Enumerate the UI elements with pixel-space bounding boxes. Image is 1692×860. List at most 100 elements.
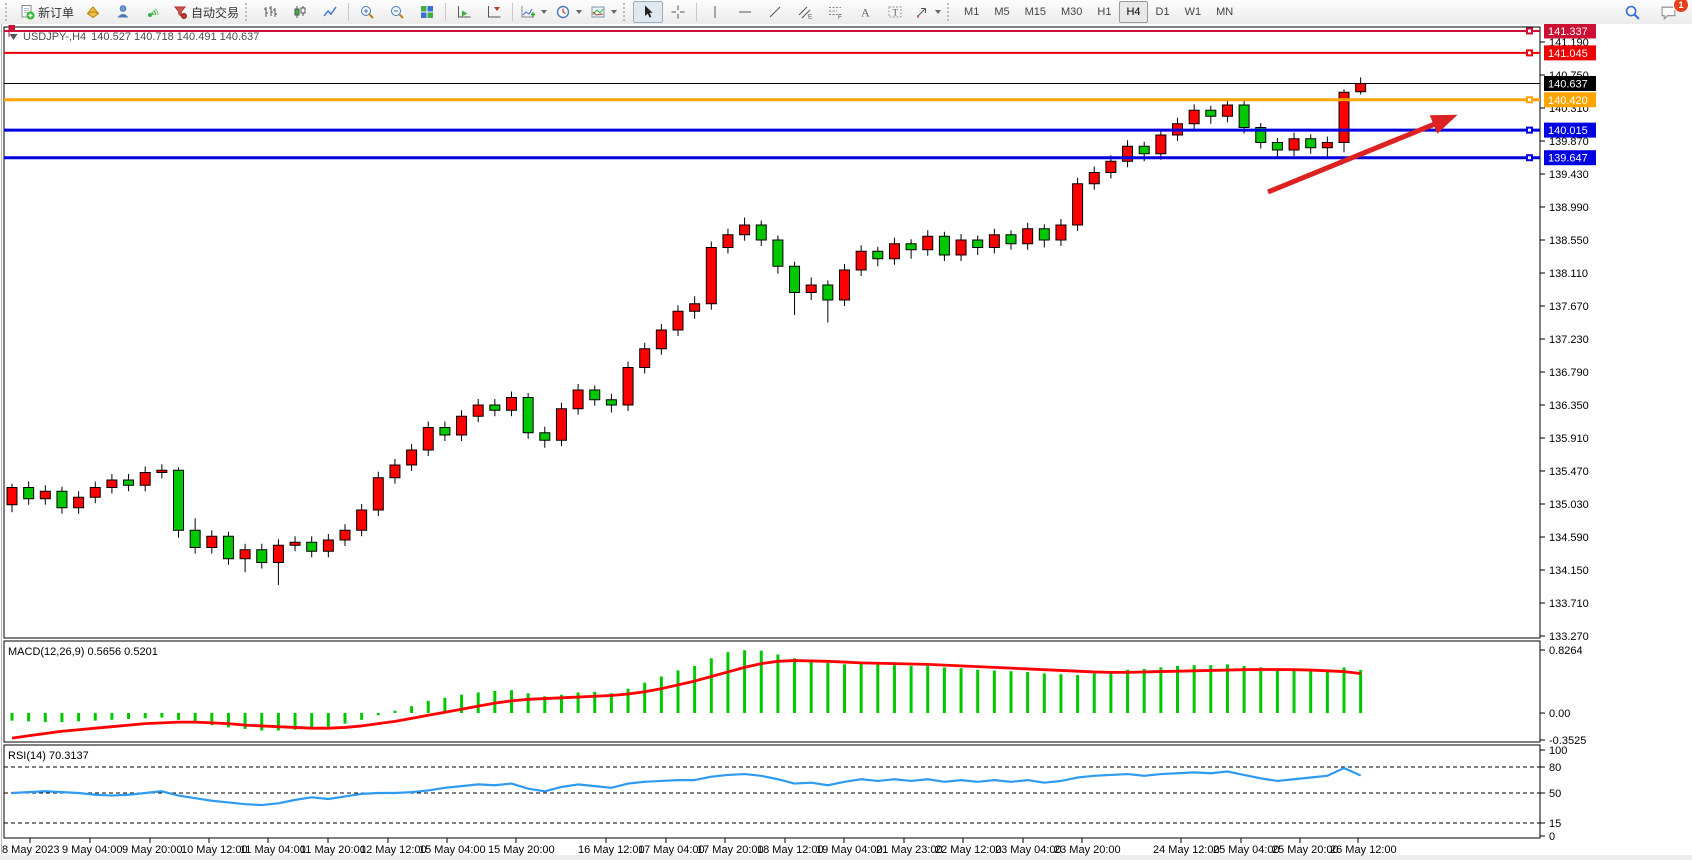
toolbar-grip[interactable] [947, 3, 954, 21]
date-label: 11 May 04:00 [240, 844, 306, 856]
date-label: 18 May 12:00 [757, 844, 824, 856]
dropdown-caret-icon [935, 10, 941, 14]
date-label: 12 May 12:00 [360, 844, 427, 856]
price-tick-label: 137.230 [1549, 334, 1589, 346]
toolbar-grip[interactable] [5, 3, 12, 21]
crosshair-button[interactable] [663, 1, 693, 23]
timeframe-button-M1[interactable]: M1 [957, 1, 986, 23]
price-tick-label: 136.790 [1549, 367, 1589, 379]
text-label-icon: T [887, 4, 903, 20]
timeframe-button-H1[interactable]: H1 [1090, 1, 1118, 23]
shapes-arrows-button[interactable] [910, 1, 945, 23]
chart-shift-button[interactable] [479, 1, 509, 23]
zoom-out-button[interactable] [382, 1, 412, 23]
date-label: 15 May 20:00 [488, 844, 555, 856]
auto-scroll-button[interactable] [449, 1, 479, 23]
templates-icon [590, 4, 606, 20]
date-label: 25 May 20:00 [1272, 844, 1339, 856]
line-chart-mode-button[interactable] [315, 1, 345, 23]
new-order-button[interactable]: 新订单 [15, 1, 78, 23]
zoom-in-button[interactable] [352, 1, 382, 23]
candle-body [1156, 135, 1166, 154]
market-button[interactable] [78, 1, 108, 23]
timeframe-group: M1M5M15M30H1H4D1W1MN [957, 1, 1240, 23]
bar-chart-icon [262, 4, 278, 20]
price-tick-label: 137.670 [1549, 301, 1589, 313]
date-label: 23 May 20:00 [1054, 844, 1121, 856]
candle-body [1306, 139, 1316, 148]
price-tick-label: 139.430 [1549, 169, 1589, 181]
candle-body [856, 251, 866, 270]
dropdown-caret-icon [576, 10, 582, 14]
level-price-label: 141.337 [1548, 26, 1588, 38]
candle-body [1189, 110, 1199, 124]
candle-body [1139, 146, 1149, 154]
auto-trading-button[interactable]: 自动交易 [168, 1, 243, 23]
candle-body [973, 240, 983, 248]
search-button[interactable] [1617, 1, 1647, 23]
tile-windows-button[interactable] [412, 1, 442, 23]
svg-text:F: F [838, 14, 842, 20]
timeframe-button-D1[interactable]: D1 [1149, 1, 1177, 23]
indicators-button[interactable] [516, 1, 551, 23]
date-label: 25 May 04:00 [1213, 844, 1280, 856]
candlestick-mode-button[interactable] [285, 1, 315, 23]
timeframe-button-MN[interactable]: MN [1209, 1, 1240, 23]
market-icon [85, 4, 101, 20]
toolbar-grip[interactable] [245, 3, 252, 21]
bar-chart-mode-button[interactable] [255, 1, 285, 23]
level-price-label: 139.647 [1548, 153, 1588, 165]
text-label-button[interactable]: T [880, 1, 910, 23]
candle-body [223, 536, 233, 559]
date-label: 19 May 04:00 [816, 844, 883, 856]
dropdown-caret-icon [611, 10, 617, 14]
candle-body [806, 285, 816, 293]
text-button[interactable]: A [850, 1, 880, 23]
price-tick-label: 138.550 [1549, 235, 1589, 247]
crosshair-icon [670, 4, 686, 20]
chart-canvas[interactable]: 141.190140.750140.310139.870139.430138.9… [0, 24, 1692, 860]
candle-body [440, 428, 450, 436]
rsi-tick-label: 15 [1549, 818, 1561, 830]
date-label: 22 May 12:00 [935, 844, 1002, 856]
trendline-button[interactable] [760, 1, 790, 23]
candle-body [1356, 83, 1366, 91]
chat-button[interactable]: 1 [1653, 1, 1683, 23]
price-tick-label: 134.590 [1549, 532, 1589, 544]
date-label: 16 May 12:00 [578, 844, 645, 856]
timeframe-button-M5[interactable]: M5 [987, 1, 1016, 23]
timeframe-button-H4[interactable]: H4 [1119, 1, 1147, 23]
candle-body [540, 433, 550, 441]
templates-button[interactable] [586, 1, 621, 23]
candle-body [1272, 143, 1282, 151]
fibonacci-button[interactable]: F [820, 1, 850, 23]
price-tick-label: 139.870 [1549, 136, 1589, 148]
timeframe-button-M15[interactable]: M15 [1018, 1, 1053, 23]
macd-tick-label: 0.8264 [1549, 645, 1583, 657]
candle-body [74, 497, 84, 508]
vertical-line-button[interactable] [700, 1, 730, 23]
signals-button[interactable] [138, 1, 168, 23]
date-label: 23 May 04:00 [995, 844, 1062, 856]
level-price-label: 140.015 [1548, 125, 1588, 137]
timeframe-button-M30[interactable]: M30 [1054, 1, 1089, 23]
channel-button[interactable]: E [790, 1, 820, 23]
toolbar: 新订单 自动交易 [0, 0, 1692, 25]
horizontal-line-button[interactable] [730, 1, 760, 23]
candle-body [124, 480, 134, 485]
price-tick-label: 134.150 [1549, 565, 1589, 577]
text-icon: A [857, 4, 873, 20]
metaeditor-icon [115, 4, 131, 20]
cursor-button[interactable] [633, 1, 663, 23]
timeframe-button-W1[interactable]: W1 [1178, 1, 1209, 23]
horizontal-line-icon [737, 4, 753, 20]
rsi-tick-label: 100 [1549, 745, 1567, 757]
candle-body [307, 542, 317, 551]
annotation-arrow[interactable] [1268, 117, 1452, 192]
price-tick-label: 136.350 [1549, 400, 1589, 412]
toolbar-grip[interactable] [623, 3, 630, 21]
svg-text:T: T [893, 8, 899, 18]
date-label: 11 May 20:00 [300, 844, 366, 856]
periods-button[interactable] [551, 1, 586, 23]
metaeditor-button[interactable] [108, 1, 138, 23]
